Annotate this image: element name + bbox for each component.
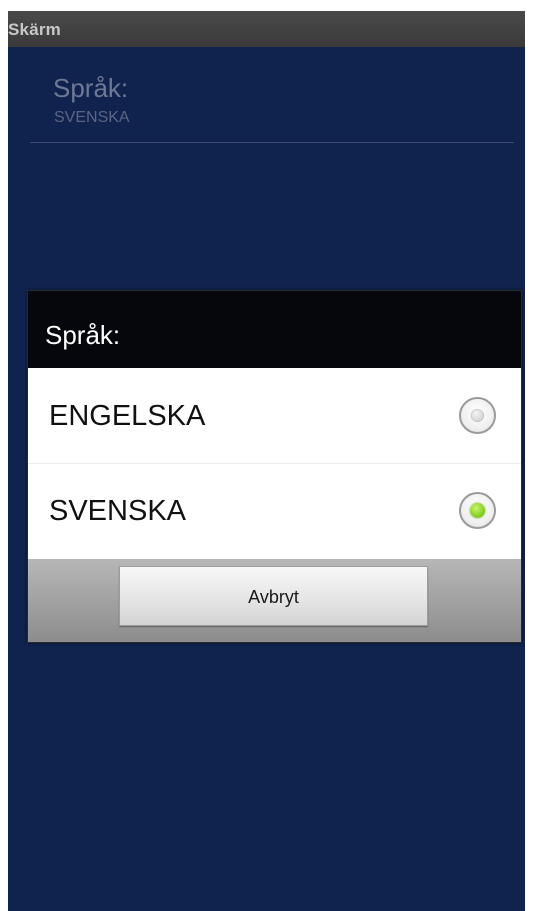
app-title: Skärm (8, 20, 61, 39)
radio-checked-icon (470, 503, 485, 518)
option-engelska[interactable]: ENGELSKA (28, 369, 521, 464)
option-svenska[interactable]: SVENSKA (28, 464, 521, 558)
dialog-button-bar: Avbryt (28, 559, 521, 642)
language-preference[interactable]: Språk: SVENSKA (8, 47, 525, 143)
radio-button-checked[interactable] (459, 492, 496, 529)
radio-button-unchecked[interactable] (459, 397, 496, 434)
divider (30, 142, 514, 143)
option-label: SVENSKA (49, 495, 186, 527)
preference-summary: SVENSKA (54, 109, 130, 126)
language-dialog: Språk: ENGELSKA SVENSKA Avbryt (27, 290, 522, 643)
screen: Skärm Språk: SVENSKA Språk: ENGELSKA SVE… (8, 11, 525, 911)
dialog-title: Språk: (45, 320, 121, 350)
cancel-button-label: Avbryt (248, 587, 299, 607)
cancel-button[interactable]: Avbryt (119, 566, 428, 626)
option-label: ENGELSKA (49, 400, 206, 432)
title-bar: Skärm (8, 11, 525, 47)
preference-title: Språk: (53, 73, 129, 103)
radio-unchecked-icon (471, 409, 484, 422)
dialog-header: Språk: (28, 291, 521, 368)
